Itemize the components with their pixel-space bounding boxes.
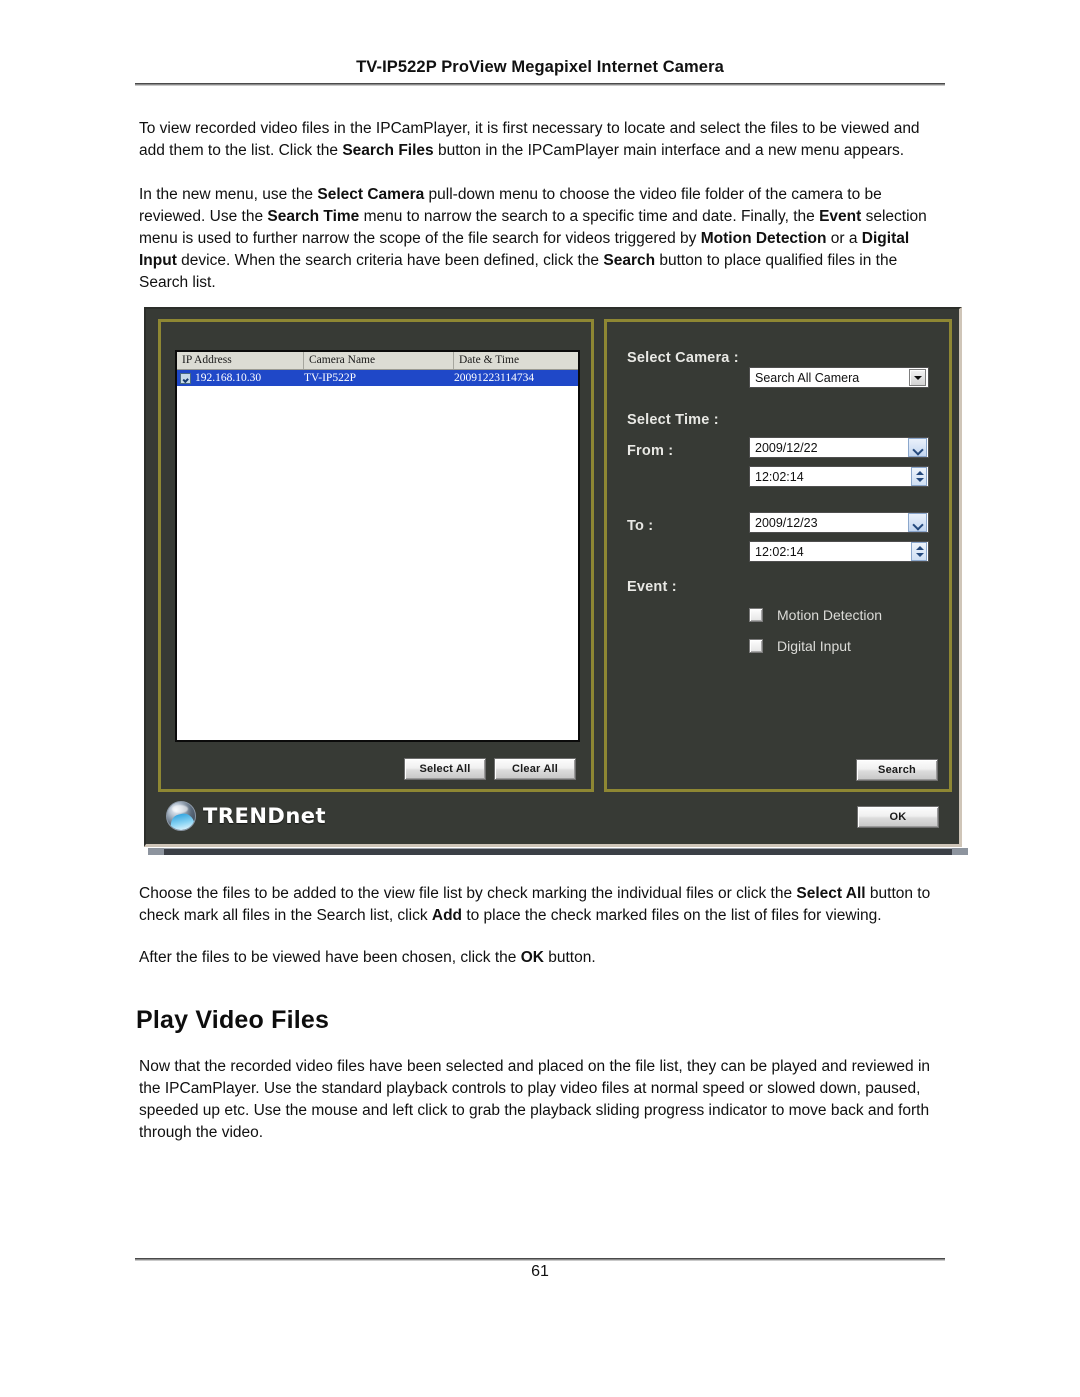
spinner-up-down-icon[interactable] [911,467,927,486]
body-paragraph-4: After the files to be viewed have been c… [139,949,596,966]
to-time-value: 12:02:14 [755,544,804,559]
search-criteria-groupbox: Select Camera : Search All Camera Select… [604,319,952,792]
footer-divider [135,1258,945,1261]
trendnet-globe-icon [166,801,196,831]
header-divider [135,83,945,86]
digital-input-label: Digital Input [777,638,851,654]
checkbox-unchecked-icon[interactable] [749,608,763,622]
cell-ip-address: 192.168.10.30 [195,372,262,384]
cell-date-time: 20091223114734 [454,372,535,384]
to-time-stepper[interactable]: 12:02:14 [749,541,929,562]
page-header-title: TV-IP522P ProView Megapixel Internet Cam… [356,58,724,76]
chevron-down-icon[interactable] [909,369,926,386]
column-header-ip-address: IP Address [177,352,304,369]
body-paragraph-3: Choose the files to be added to the view… [139,885,931,925]
select-camera-dropdown[interactable]: Search All Camera [749,367,929,388]
from-date-value: 2009/12/22 [755,440,818,455]
row-checkbox-cell[interactable] [177,370,195,386]
motion-detection-label: Motion Detection [777,607,883,623]
from-time-stepper[interactable]: 12:02:14 [749,466,929,487]
ok-button[interactable]: OK [857,806,939,828]
calendar-chevron-down-icon[interactable] [908,513,927,532]
select-time-label: Select Time : [627,412,719,428]
dialog-bottom-edge [148,848,968,855]
cell-camera-name: TV-IP522P [304,372,356,384]
search-files-dialog-figure: IP Address Camera Name Date & Time 192.1… [144,307,972,859]
spinner-up-down-icon[interactable] [911,542,927,561]
page-number: 61 [531,1263,549,1280]
from-date-picker[interactable]: 2009/12/22 [749,437,929,458]
intro-paragraph-2: In the new menu, use the Select Camera p… [139,186,927,292]
to-label: To : [627,518,654,534]
trendnet-wordmark: TRENDnet [203,804,327,828]
trendnet-logo: TRENDnet [166,801,326,831]
checkbox-checked-icon[interactable] [180,372,191,384]
column-header-date-time: Date & Time [459,354,520,366]
section-heading-play-video-files: Play Video Files [136,1006,330,1034]
calendar-chevron-down-icon[interactable] [908,438,927,457]
dialog-bottom-edge-left-nub [148,848,164,855]
dialog-bottom-edge-right-nub [952,848,968,855]
body-paragraph-5: Now that the recorded video files have b… [139,1058,931,1142]
table-row[interactable]: 192.168.10.30 TV-IP522P 20091223114734 [177,370,578,386]
to-date-value: 2009/12/23 [755,515,818,530]
from-time-value: 12:02:14 [755,469,804,484]
to-date-picker[interactable]: 2009/12/23 [749,512,929,533]
digital-input-checkbox-row[interactable]: Digital Input [749,638,851,654]
select-all-button[interactable]: Select All [404,758,486,780]
document-page: TV-IP522P ProView Megapixel Internet Cam… [0,0,1080,1397]
file-list-header: IP Address Camera Name Date & Time [177,352,578,370]
checkbox-unchecked-icon[interactable] [749,639,763,653]
from-label: From : [627,443,674,459]
intro-paragraph-1: To view recorded video files in the IPCa… [139,120,920,160]
select-camera-value: Search All Camera [755,370,860,385]
event-label: Event : [627,579,677,595]
select-camera-label: Select Camera : [627,350,739,366]
clear-all-button[interactable]: Clear All [494,758,576,780]
file-list-groupbox: IP Address Camera Name Date & Time 192.1… [158,319,594,792]
search-button[interactable]: Search [856,759,938,781]
motion-detection-checkbox-row[interactable]: Motion Detection [749,607,882,623]
column-header-camera-name: Camera Name [304,352,454,369]
file-list[interactable]: IP Address Camera Name Date & Time 192.1… [175,350,580,742]
search-files-dialog: IP Address Camera Name Date & Time 192.1… [144,307,962,847]
